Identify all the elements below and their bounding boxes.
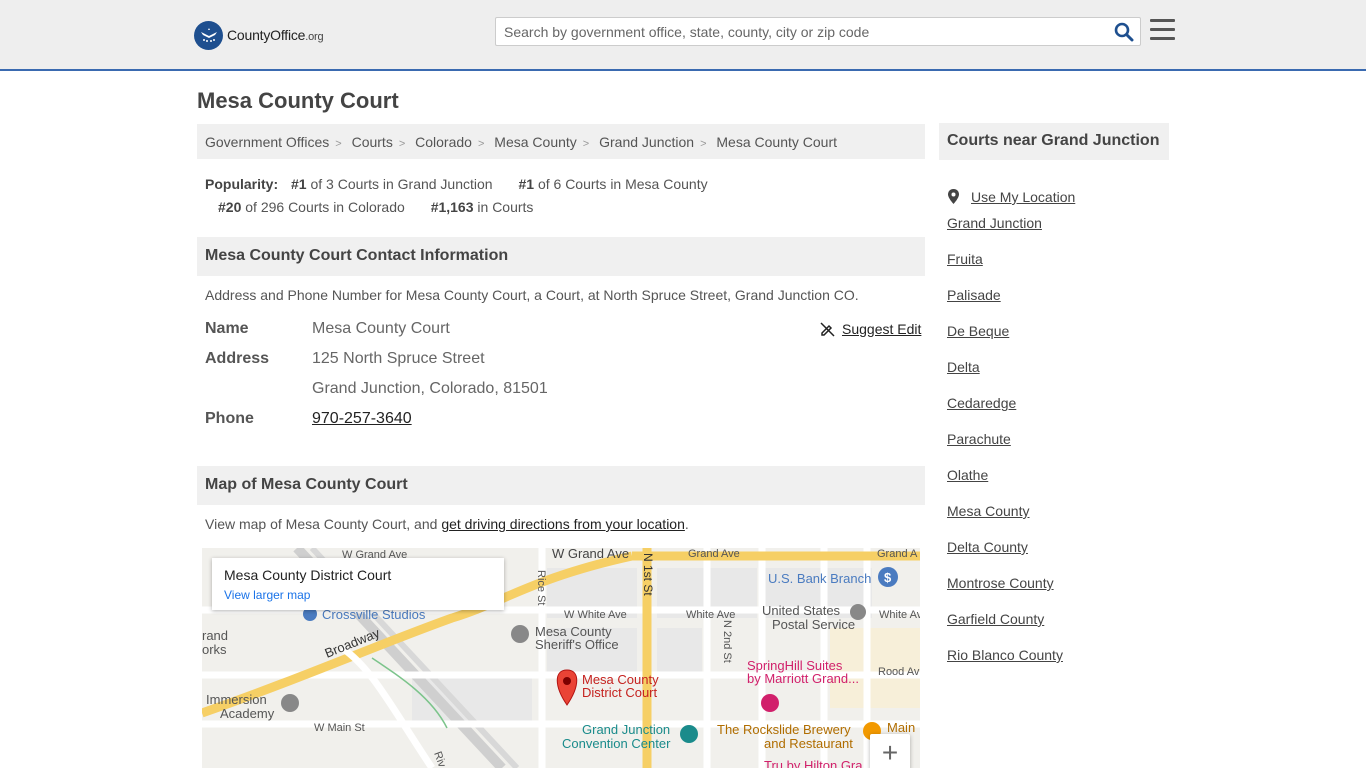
breadcrumb-current: Mesa County Court xyxy=(716,134,837,150)
svg-text:The Rockslide Brewery: The Rockslide Brewery xyxy=(717,722,851,737)
sidebar-link[interactable]: Rio Blanco County xyxy=(947,647,1063,663)
svg-text:Main: Main xyxy=(887,720,915,735)
sidebar-link[interactable]: Parachute xyxy=(947,431,1011,447)
svg-text:Rood Av: Rood Av xyxy=(878,666,920,678)
sidebar-list: Use My Location Grand Junction Fruita Pa… xyxy=(947,179,1075,683)
popularity-rank: #1 of 3 Courts in Grand Junction xyxy=(291,176,493,192)
seal-icon xyxy=(194,20,223,50)
edit-off-icon xyxy=(820,321,835,337)
breadcrumb-item[interactable]: Courts xyxy=(352,134,393,150)
sidebar-link[interactable]: Olathe xyxy=(947,467,988,483)
sidebar-link[interactable]: Grand Junction xyxy=(947,215,1042,231)
address-line1: 125 North Spruce Street xyxy=(312,350,485,367)
site-logo[interactable]: CountyOffice.org xyxy=(194,20,324,50)
zoom-in-button[interactable]: + xyxy=(870,734,910,768)
sidebar-link[interactable]: Fruita xyxy=(947,251,983,267)
sheriff-icon xyxy=(511,625,529,643)
contact-description: Address and Phone Number for Mesa County… xyxy=(205,287,859,303)
popularity-label: Popularity: xyxy=(205,176,279,192)
convention-icon xyxy=(680,725,698,743)
popularity-rank: #1 of 6 Courts in Mesa County xyxy=(518,176,708,192)
svg-text:Sheriff's Office: Sheriff's Office xyxy=(535,637,619,652)
svg-text:by Marriott Grand...: by Marriott Grand... xyxy=(747,671,859,686)
svg-text:White Av: White Av xyxy=(879,609,920,621)
sidebar-link[interactable]: Delta County xyxy=(947,539,1028,555)
svg-text:United States: United States xyxy=(762,603,841,618)
svg-text:Convention Center: Convention Center xyxy=(562,736,671,751)
svg-text:Immersion: Immersion xyxy=(206,692,267,707)
use-location-item: Use My Location xyxy=(947,179,1075,215)
contact-heading: Mesa County Court Contact Information xyxy=(197,237,925,276)
sidebar-link[interactable]: Delta xyxy=(947,359,980,375)
svg-text:Grand Junction: Grand Junction xyxy=(582,722,670,737)
svg-text:rand: rand xyxy=(202,628,228,643)
svg-text:Academy: Academy xyxy=(220,706,275,721)
map-place-title: Mesa County District Court xyxy=(224,567,392,583)
svg-text:orks: orks xyxy=(202,642,227,657)
sidebar-link[interactable]: Mesa County xyxy=(947,503,1029,519)
phone-value: 970-257-3640 xyxy=(312,410,412,428)
popularity-rank: #20 of 296 Courts in Colorado xyxy=(218,199,405,215)
sidebar-link[interactable]: Montrose County xyxy=(947,575,1054,591)
svg-text:Rice St: Rice St xyxy=(535,570,547,605)
phone-label: Phone xyxy=(205,410,254,427)
sidebar-link[interactable]: Cedaredge xyxy=(947,395,1016,411)
map-place-card: Mesa County District Court View larger m… xyxy=(212,558,504,610)
breadcrumb-item[interactable]: Colorado xyxy=(415,134,472,150)
breadcrumb-item[interactable]: Mesa County xyxy=(494,134,576,150)
sidebar-link[interactable]: De Beque xyxy=(947,323,1009,339)
address-line2: Grand Junction, Colorado, 81501 xyxy=(312,380,548,397)
svg-text:W Main St: W Main St xyxy=(314,722,365,734)
sidebar-link[interactable]: Palisade xyxy=(947,287,1001,303)
site-header: CountyOffice.org xyxy=(0,0,1366,71)
search-input[interactable] xyxy=(504,22,1104,42)
hotel-icon xyxy=(761,694,779,712)
name-value: Mesa County Court xyxy=(312,320,450,337)
svg-text:and Restaurant: and Restaurant xyxy=(764,736,853,751)
suggest-edit-link[interactable]: Suggest Edit xyxy=(820,321,921,337)
svg-text:Postal Service: Postal Service xyxy=(772,617,855,632)
phone-link[interactable]: 970-257-3640 xyxy=(312,410,412,427)
menu-icon[interactable] xyxy=(1150,19,1175,41)
svg-text:N 2nd St: N 2nd St xyxy=(721,620,733,663)
search-icon[interactable] xyxy=(1114,22,1134,42)
location-pin-icon xyxy=(948,189,959,204)
search-box xyxy=(495,17,1141,46)
logo-wordmark: CountyOffice.org xyxy=(227,27,324,43)
svg-text:N 1st St: N 1st St xyxy=(641,553,655,596)
breadcrumb: Government Offices > Courts > Colorado > Me… xyxy=(197,124,925,159)
popularity-rank: #1,163 in Courts xyxy=(430,199,534,215)
breadcrumb-item[interactable]: Government Offices xyxy=(205,134,329,150)
driving-directions-link[interactable]: get driving directions from your locatio… xyxy=(441,516,685,532)
svg-text:U.S. Bank Branch: U.S. Bank Branch xyxy=(768,571,871,586)
svg-text:$: $ xyxy=(884,570,892,585)
page-title: Mesa County Court xyxy=(197,88,399,113)
popularity: Popularity: #1 of 3 Courts in Grand Junc… xyxy=(205,173,925,219)
map-description: View map of Mesa County Court, and get d… xyxy=(205,516,689,532)
view-larger-map-link[interactable]: View larger map xyxy=(224,588,492,602)
svg-text:District Court: District Court xyxy=(582,685,658,700)
svg-text:Grand Ave: Grand Ave xyxy=(688,548,740,560)
sidebar-link[interactable]: Garfield County xyxy=(947,611,1044,627)
map[interactable]: W Grand Ave W Grand Ave Grand Ave Grand … xyxy=(202,548,920,768)
use-my-location-link[interactable]: Use My Location xyxy=(971,189,1075,205)
svg-text:W Grand Ave: W Grand Ave xyxy=(552,548,629,561)
name-label: Name xyxy=(205,320,249,337)
svg-text:Tru by Hilton Gra: Tru by Hilton Gra xyxy=(764,758,863,768)
svg-text:W White Ave: W White Ave xyxy=(564,609,627,621)
address-label: Address xyxy=(205,350,270,367)
breadcrumb-item[interactable]: Grand Junction xyxy=(599,134,694,150)
map-heading: Map of Mesa County Court xyxy=(197,466,925,505)
svg-text:Grand A: Grand A xyxy=(877,548,918,560)
school-icon xyxy=(281,694,299,712)
postal-icon xyxy=(850,604,866,620)
sidebar-heading: Courts near Grand Junction xyxy=(939,123,1169,160)
